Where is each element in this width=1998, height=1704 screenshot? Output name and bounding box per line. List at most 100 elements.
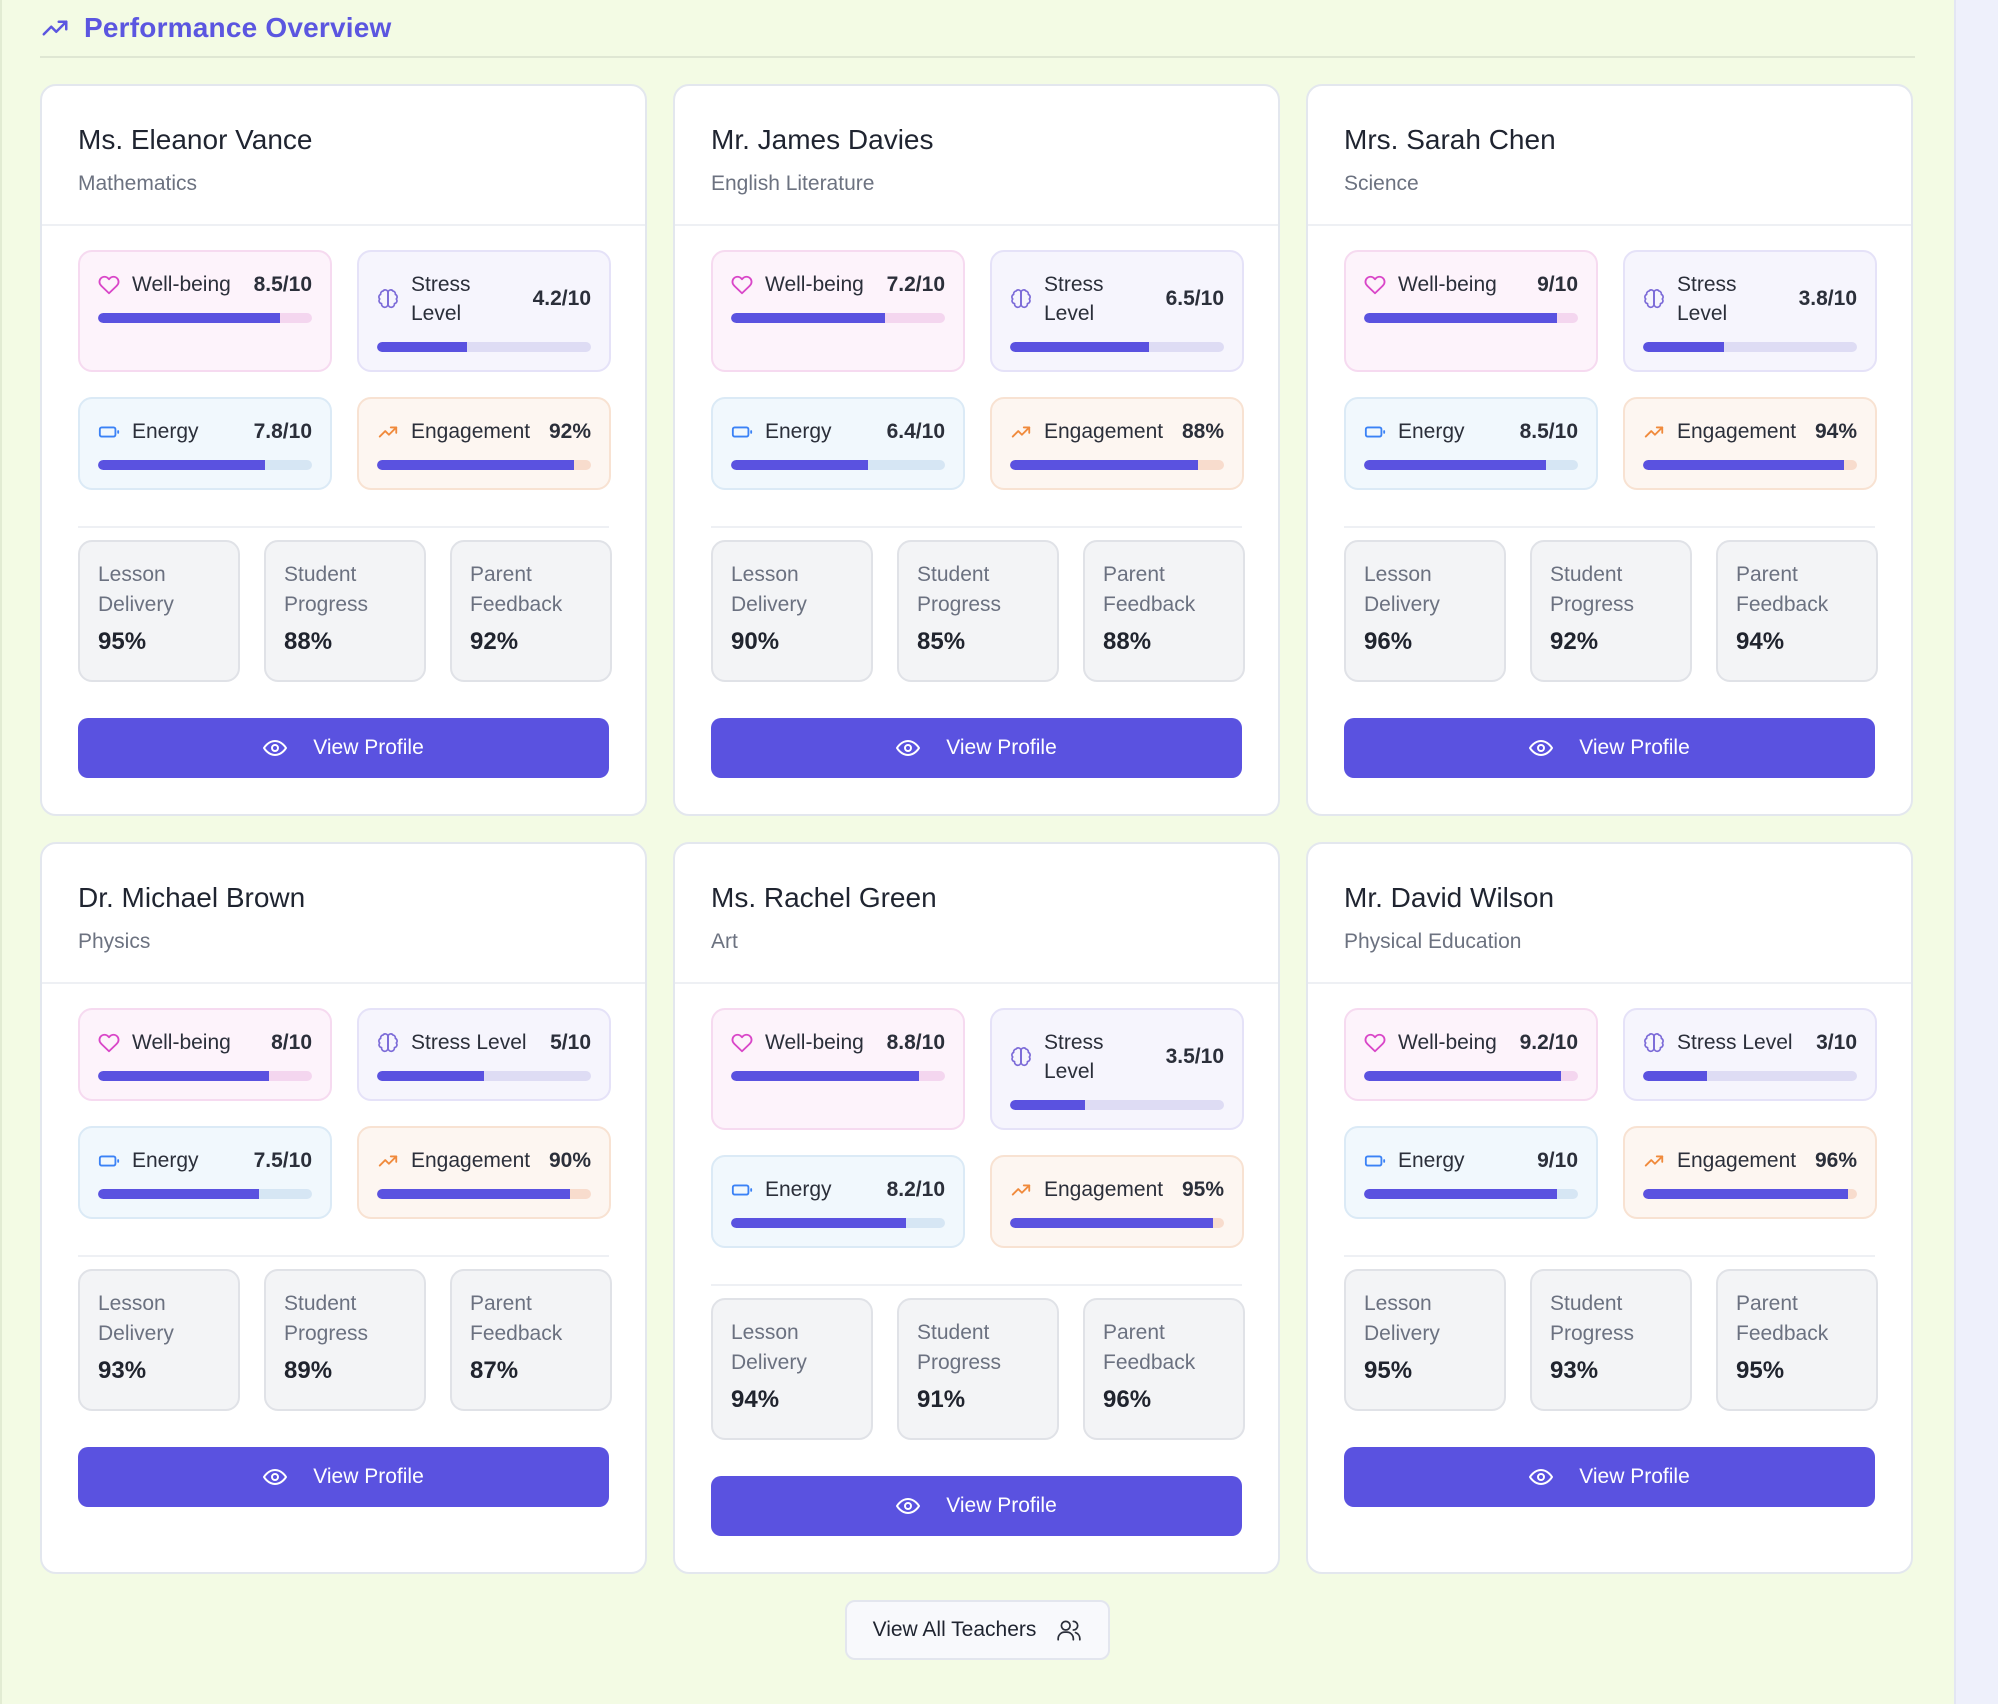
stress-progress-fill: [1010, 1100, 1085, 1110]
engagement-value: 95%: [1181, 1177, 1224, 1201]
stress-label: Stress Level: [411, 1031, 527, 1054]
section-header: Performance Overview: [40, 0, 1915, 58]
view-profile-button[interactable]: View Profile: [1344, 718, 1875, 778]
engagement-progress-fill: [1010, 1218, 1214, 1228]
energy-progress-fill: [1364, 460, 1546, 470]
view-profile-button[interactable]: View Profile: [78, 718, 609, 778]
stress-progress-bar: [1643, 342, 1857, 352]
stat-value: 92%: [1550, 628, 1599, 655]
engagement-value: 96%: [1814, 1148, 1857, 1172]
view-profile-button[interactable]: View Profile: [711, 718, 1242, 778]
wellbeing-metric: Well-being 8/10: [78, 1008, 332, 1101]
student-progress-stat: Student Progress 91%: [897, 1298, 1059, 1440]
energy-label: Energy: [132, 1149, 199, 1172]
stress-progress-fill: [1010, 342, 1150, 352]
stat-label: Parent Feedback: [1103, 563, 1196, 616]
parent-feedback-stat: Parent Feedback 95%: [1716, 1269, 1878, 1411]
engagement-progress-bar: [1010, 1218, 1224, 1228]
wellbeing-progress-bar: [1364, 1071, 1578, 1081]
wellbeing-label: Well-being: [1398, 1031, 1497, 1054]
parent-feedback-stat: Parent Feedback 96%: [1083, 1298, 1245, 1440]
engagement-metric: Engagement 96%: [1623, 1126, 1877, 1219]
wellbeing-progress-bar: [98, 1071, 312, 1081]
heart-icon: [731, 1033, 753, 1052]
teacher-subject: Physical Education: [1344, 930, 1522, 953]
battery-icon: [731, 426, 753, 437]
teacher-card-header: Mr. James Davies English Literature: [675, 86, 1278, 226]
stat-value: 88%: [1103, 628, 1152, 655]
student-progress-stat: Student Progress 92%: [1530, 540, 1692, 682]
scrollbar-track[interactable]: [1954, 0, 1998, 1704]
wellness-metrics: Well-being 9/10 Stress Level 3.8/10 Ener…: [1344, 250, 1877, 490]
stat-value: 95%: [98, 628, 147, 655]
energy-label: Energy: [765, 1178, 832, 1201]
teacher-card-body: Well-being 8/10 Stress Level 5/10 Energy…: [42, 984, 645, 1507]
energy-progress-bar: [1364, 460, 1578, 470]
lesson-delivery-stat: Lesson Delivery 96%: [1344, 540, 1506, 682]
eye-icon: [263, 1469, 288, 1485]
view-profile-label: View Profile: [1579, 736, 1690, 759]
view-all-teachers-button[interactable]: View All Teachers: [844, 1600, 1111, 1660]
stat-value: 88%: [284, 628, 333, 655]
stat-value: 96%: [1364, 628, 1413, 655]
view-profile-label: View Profile: [946, 736, 1057, 759]
view-profile-label: View Profile: [946, 1494, 1057, 1517]
parent-feedback-stat: Parent Feedback 88%: [1083, 540, 1245, 682]
wellness-metrics: Well-being 7.2/10 Stress Level 6.5/10 En…: [711, 250, 1244, 490]
energy-label: Energy: [765, 420, 832, 443]
heart-icon: [731, 275, 753, 294]
users-icon: [1057, 1620, 1082, 1641]
eye-icon: [896, 1498, 921, 1514]
battery-icon: [98, 1155, 120, 1166]
section-title: Performance Overview: [84, 12, 392, 43]
battery-icon: [731, 1184, 753, 1195]
stat-label: Lesson Delivery: [1364, 1292, 1440, 1345]
wellbeing-value: 8.5/10: [253, 272, 312, 296]
performance-stats: Lesson Delivery 90% Student Progress 85%…: [711, 540, 1245, 682]
engagement-progress-bar: [377, 460, 591, 470]
stress-progress-fill: [1643, 342, 1725, 352]
brain-icon: [378, 289, 398, 309]
energy-progress-fill: [731, 1218, 907, 1228]
stress-value: 3/10: [1816, 1030, 1857, 1054]
lesson-delivery-stat: Lesson Delivery 90%: [711, 540, 873, 682]
stat-label: Lesson Delivery: [1364, 563, 1440, 616]
teacher-card-body: Well-being 9/10 Stress Level 3.8/10 Ener…: [1308, 226, 1911, 778]
battery-icon: [98, 426, 120, 437]
stress-value: 3.5/10: [1165, 1045, 1224, 1068]
footer: View All Teachers: [40, 1600, 1915, 1660]
stress-progress-bar: [1010, 342, 1224, 352]
view-profile-button[interactable]: View Profile: [711, 1476, 1242, 1536]
stat-label: Lesson Delivery: [98, 1292, 174, 1345]
view-profile-button[interactable]: View Profile: [1344, 1447, 1875, 1507]
engagement-progress-fill: [1643, 1189, 1849, 1199]
teacher-subject: Art: [711, 930, 738, 953]
trending-up-icon: [1011, 426, 1031, 437]
energy-progress-bar: [731, 460, 945, 470]
left-edge: [0, 0, 2, 1704]
wellbeing-value: 9/10: [1537, 272, 1578, 296]
stat-value: 90%: [731, 628, 780, 655]
performance-stats: Lesson Delivery 96% Student Progress 92%…: [1344, 540, 1878, 682]
engagement-progress-fill: [1643, 460, 1845, 470]
engagement-progress-bar: [377, 1189, 591, 1199]
stat-value: 93%: [1550, 1357, 1599, 1384]
parent-feedback-stat: Parent Feedback 92%: [450, 540, 612, 682]
wellbeing-progress-bar: [731, 313, 945, 323]
engagement-value: 90%: [548, 1148, 591, 1172]
brain-icon: [1011, 1047, 1031, 1067]
energy-metric: Energy 8.5/10: [1344, 397, 1598, 490]
stat-label: Lesson Delivery: [731, 1321, 807, 1374]
stat-label: Parent Feedback: [470, 1292, 563, 1345]
divider: [1344, 1255, 1875, 1257]
stress-label: Stress Level: [411, 273, 471, 325]
teacher-card: Ms. Rachel Green Art Well-being 8.8/10 S…: [673, 842, 1280, 1574]
view-profile-label: View Profile: [1579, 1465, 1690, 1488]
energy-value: 7.8/10: [253, 419, 312, 443]
view-profile-button[interactable]: View Profile: [78, 1447, 609, 1507]
teacher-card-body: Well-being 7.2/10 Stress Level 6.5/10 En…: [675, 226, 1278, 778]
stress-progress-fill: [1643, 1071, 1708, 1081]
stress-value: 4.2/10: [532, 287, 591, 310]
wellness-metrics: Well-being 8.8/10 Stress Level 3.5/10 En…: [711, 1008, 1244, 1248]
performance-overview-section: Performance Overview Ms. Eleanor Vance M…: [40, 0, 1915, 1660]
